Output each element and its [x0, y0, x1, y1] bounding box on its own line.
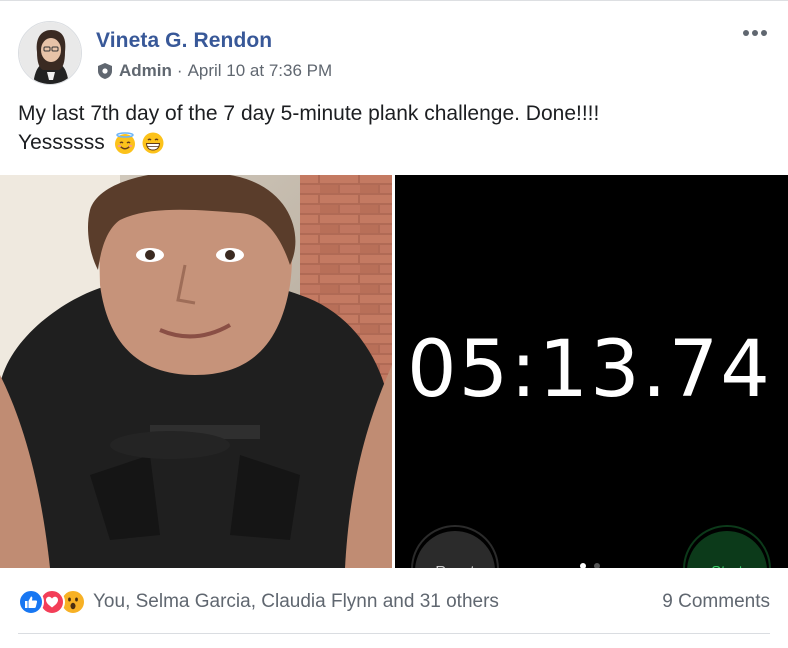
post-meta: Admin · April 10 at 7:36 PM: [96, 61, 332, 81]
meta-separator: ·: [176, 61, 183, 80]
stopwatch-time: 05:13.74: [407, 325, 772, 415]
post-card: Vineta G. Rendon Admin · April 10 at 7:3…: [0, 0, 788, 648]
post-text-line-1: My last 7th day of the 7 day 5-minute pl…: [18, 102, 600, 125]
photo-grid: 05:13.74 Reset Start: [0, 175, 788, 568]
like-icon: [18, 589, 44, 615]
reactions-summary[interactable]: You, Selma Garcia, Claudia Flynn and 31 …: [18, 589, 499, 615]
stopwatch-reset-button: Reset: [411, 525, 499, 568]
post-header: Vineta G. Rendon Admin · April 10 at 7:3…: [18, 19, 770, 85]
author-name[interactable]: Vineta G. Rendon: [96, 29, 272, 53]
stopwatch-start-button: Start: [683, 525, 771, 568]
more-options-icon[interactable]: [740, 23, 770, 43]
grinning-face-icon: [141, 131, 165, 155]
post-text: My last 7th day of the 7 day 5-minute pl…: [18, 99, 758, 157]
author-role: Admin: [119, 61, 172, 80]
reaction-names[interactable]: You, Selma Garcia, Claudia Flynn and 31 …: [93, 591, 499, 613]
stopwatch-reset-label: Reset: [415, 531, 495, 568]
comments-count-link[interactable]: 9 Comments: [662, 591, 770, 613]
smiling-face-with-halo-icon: [113, 131, 137, 155]
avatar[interactable]: [18, 21, 82, 85]
page-indicator: [580, 563, 600, 568]
stopwatch-start-label: Start: [687, 531, 767, 568]
post-text-line-2: Yessssss: [18, 128, 758, 157]
post-footer: You, Selma Garcia, Claudia Flynn and 31 …: [18, 585, 770, 619]
reaction-icons: [18, 589, 86, 615]
footer-divider: [18, 633, 770, 634]
admin-badge-icon: [96, 62, 114, 80]
plank-selfie-photo[interactable]: [0, 175, 392, 568]
post-timestamp[interactable]: April 10 at 7:36 PM: [188, 61, 333, 81]
stopwatch-screenshot-photo[interactable]: 05:13.74 Reset Start: [395, 175, 788, 568]
post-text-line-2-words: Yessssss: [18, 131, 105, 154]
